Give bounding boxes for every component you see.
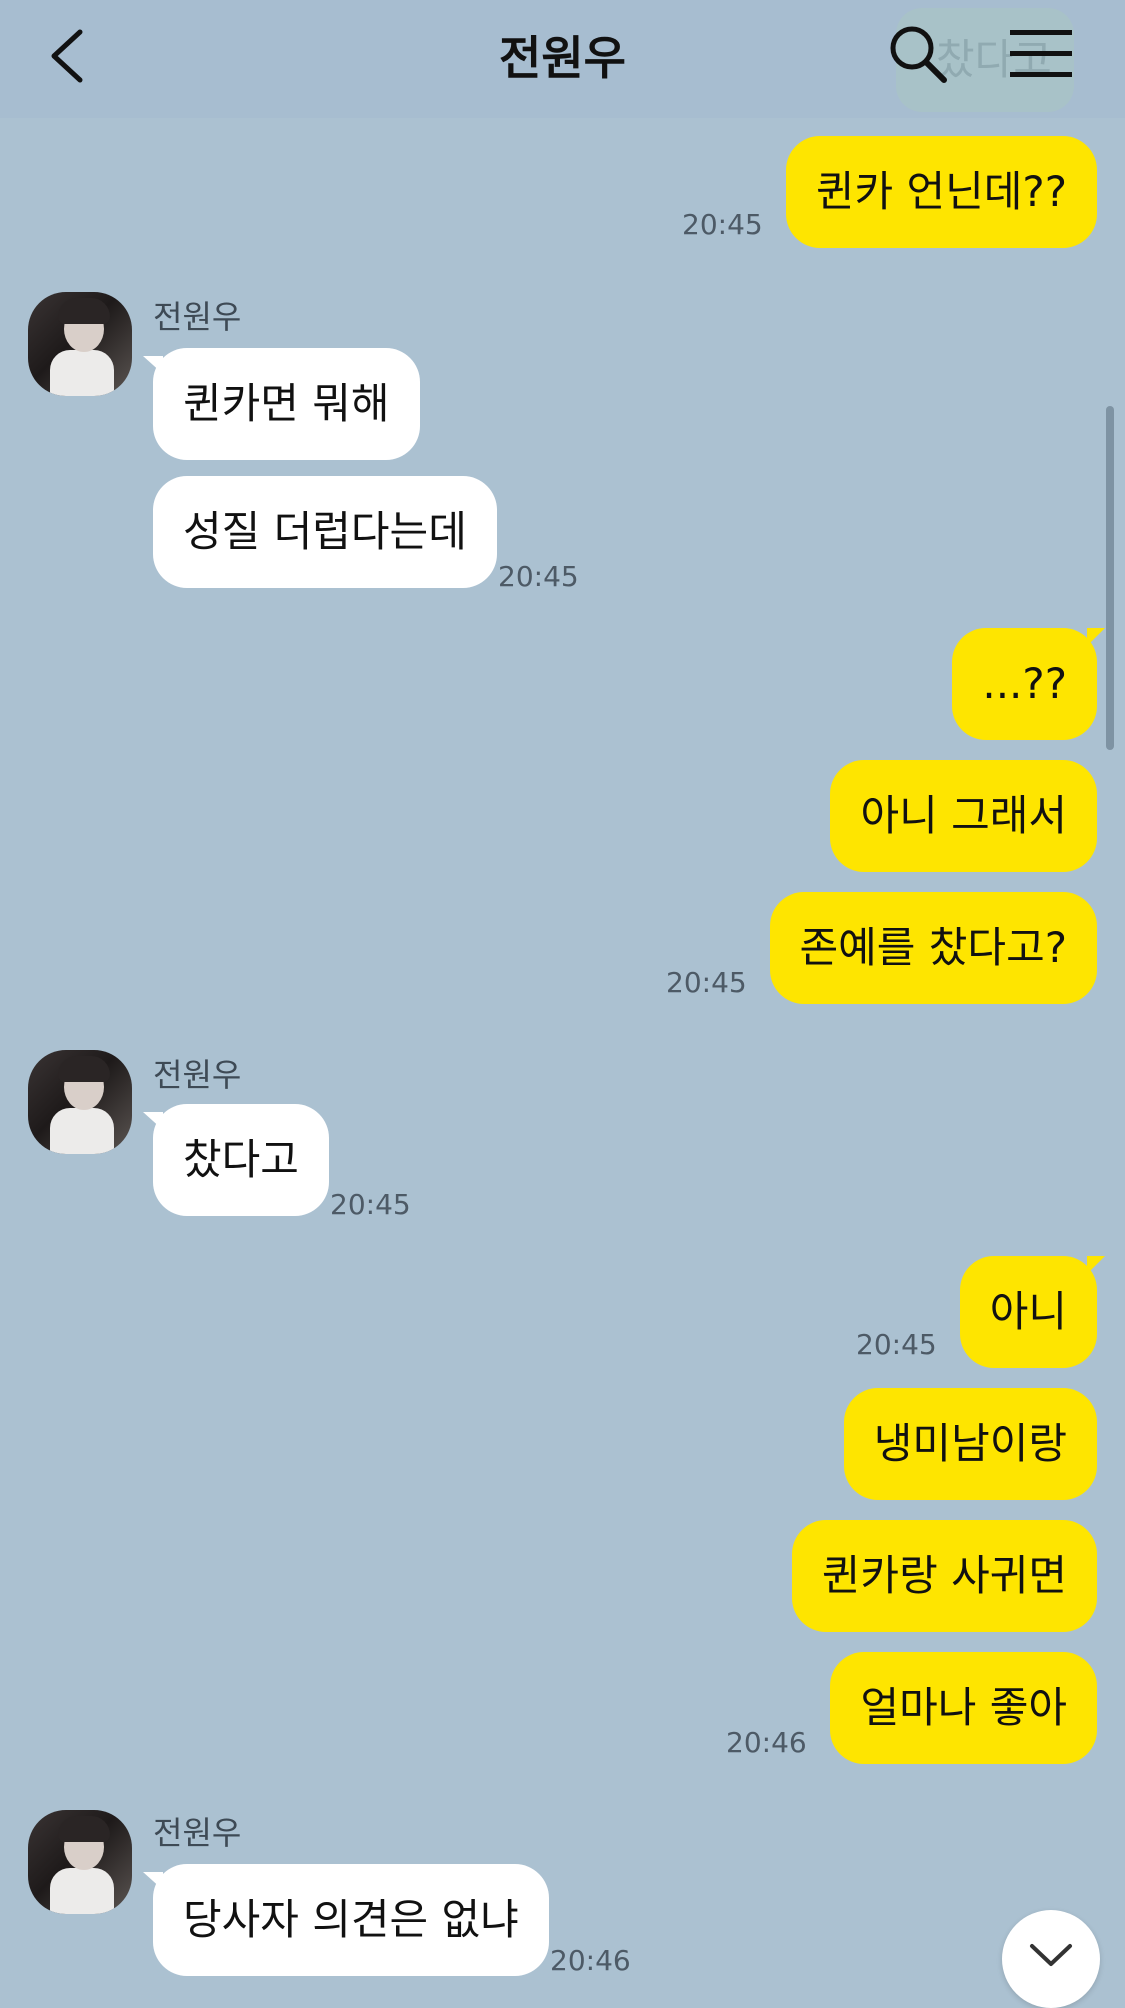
their-message-bubble[interactable]: 퀸카면 뭐해 bbox=[143, 348, 420, 460]
contact-avatar[interactable] bbox=[28, 292, 132, 396]
message-time: 20:45 bbox=[682, 208, 763, 241]
my-message-bubble[interactable]: 퀸카랑 사귀면 bbox=[791, 1520, 1097, 1632]
my-message-bubble[interactable]: 아니 bbox=[959, 1256, 1106, 1368]
my-message-bubble[interactable]: 존예를 찼다고? bbox=[769, 892, 1097, 1004]
message-time: 20:46 bbox=[726, 1726, 807, 1759]
message-time: 20:45 bbox=[666, 966, 747, 999]
my-message-bubble[interactable]: 냉미남이랑 bbox=[843, 1388, 1097, 1500]
contact-avatar[interactable] bbox=[28, 1050, 132, 1154]
hamburger-menu-icon[interactable] bbox=[1008, 28, 1074, 80]
message-time: 20:45 bbox=[330, 1188, 411, 1221]
chat-header: 찼다고 전원우 bbox=[0, 0, 1125, 118]
their-message-bubble[interactable]: 찼다고 bbox=[143, 1104, 329, 1216]
my-message-bubble[interactable]: 얼마나 좋아 bbox=[830, 1652, 1097, 1764]
search-icon[interactable] bbox=[888, 24, 948, 84]
scroll-down-button[interactable] bbox=[1002, 1910, 1100, 2008]
my-message-bubble[interactable]: ...?? bbox=[952, 628, 1105, 740]
sender-name: 전원우 bbox=[153, 298, 242, 336]
chat-title: 전원우 bbox=[499, 31, 626, 85]
my-message-bubble[interactable]: 퀸카 언닌데?? bbox=[785, 136, 1097, 248]
message-time: 20:45 bbox=[498, 560, 579, 593]
chevron-down-icon bbox=[1030, 1944, 1072, 1966]
their-message-bubble[interactable]: 성질 더럽다는데 bbox=[153, 476, 497, 588]
scrollbar[interactable] bbox=[1106, 406, 1114, 750]
my-message-bubble[interactable]: 아니 그래서 bbox=[830, 760, 1097, 872]
sender-name: 전원우 bbox=[153, 1814, 242, 1852]
their-message-bubble[interactable]: 당사자 의견은 없냐 bbox=[143, 1864, 549, 1976]
message-time: 20:45 bbox=[856, 1328, 937, 1361]
sender-name: 전원우 bbox=[153, 1056, 242, 1094]
contact-avatar[interactable] bbox=[28, 1810, 132, 1914]
message-time: 20:46 bbox=[550, 1944, 631, 1977]
